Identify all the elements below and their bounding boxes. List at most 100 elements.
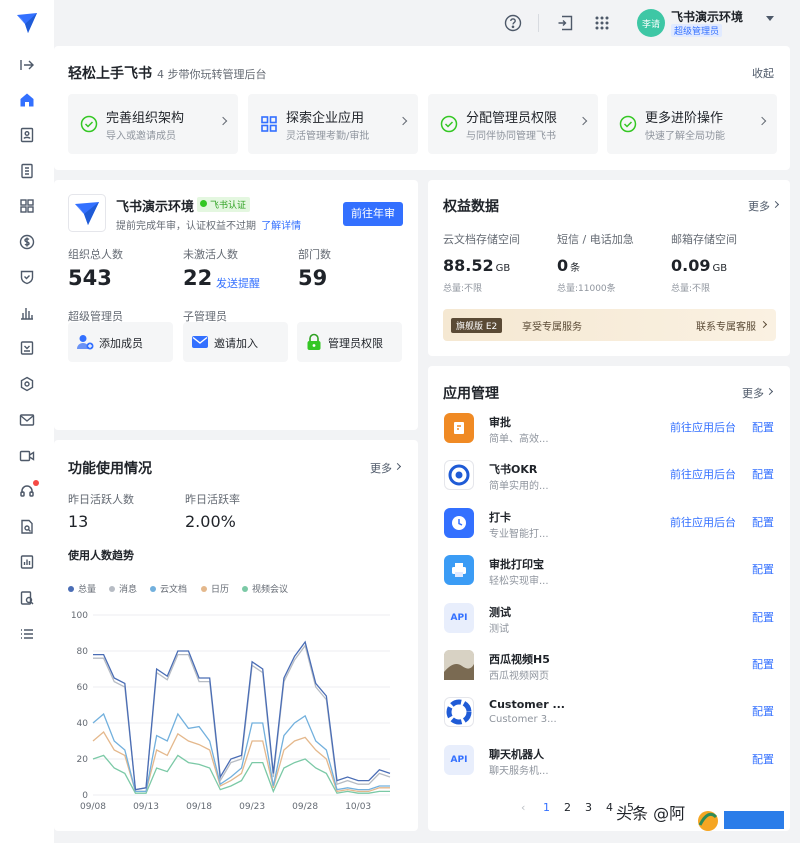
benefit-total: 总量:不限 xyxy=(443,284,483,294)
add-member-button[interactable]: 添加成员 xyxy=(68,322,173,362)
expand-sidebar-icon[interactable] xyxy=(17,55,37,75)
configure-app-link[interactable]: 配置 xyxy=(752,514,774,530)
configure-app-link[interactable]: 配置 xyxy=(752,609,774,625)
learn-more-link[interactable]: 了解详情 xyxy=(261,221,301,232)
app-row[interactable]: API 聊天机器人 聊天服务机... 配置 xyxy=(444,741,774,781)
x-tick-label: 09/18 xyxy=(186,802,212,812)
send-reminder-link[interactable]: 发送提醒 xyxy=(216,275,260,291)
add-member-label: 添加成员 xyxy=(99,337,143,350)
onboarding-card: 轻松上手飞书 4 步带你玩转管理后台 收起 完善组织架构 导入或邀请成员 探索企… xyxy=(54,46,790,170)
analytics-icon[interactable] xyxy=(17,303,37,323)
security-shield-icon[interactable] xyxy=(17,267,37,287)
legend-video[interactable]: 视频会议 xyxy=(242,582,288,595)
go-to-app-admin-link[interactable]: 前往应用后台 xyxy=(670,514,736,530)
step-enterprise-apps[interactable]: 探索企业应用 灵活管理考勤/审批 xyxy=(248,94,418,154)
app-name: Customer ... xyxy=(489,698,565,712)
app-row[interactable]: 审批 简单、高效... 前往应用后台 配置 xyxy=(444,409,774,449)
app-row[interactable]: 飞书OKR 简单实用的... 前往应用后台 配置 xyxy=(444,456,774,496)
go-to-app-admin-link[interactable]: 前往应用后台 xyxy=(670,419,736,435)
app-desc: 测试 xyxy=(489,623,509,635)
go-to-app-admin-link[interactable]: 前往应用后台 xyxy=(670,466,736,482)
organization-icon[interactable] xyxy=(17,161,37,181)
step-org-structure[interactable]: 完善组织架构 导入或邀请成员 xyxy=(68,94,238,154)
chevron-right-icon xyxy=(578,116,588,126)
configure-app-link[interactable]: 配置 xyxy=(752,419,774,435)
avatar[interactable]: 李请 xyxy=(637,9,665,37)
admin-permissions-button[interactable]: 管理员权限 xyxy=(297,322,402,362)
help-icon[interactable] xyxy=(502,12,524,34)
y-tick-label: 80 xyxy=(77,647,89,657)
app-row[interactable]: 打卡 专业智能打... 前往应用后台 配置 xyxy=(444,504,774,544)
configure-app-link[interactable]: 配置 xyxy=(752,561,774,577)
tenant-name[interactable]: 飞书演示环境 xyxy=(671,8,743,25)
workplace-grid-icon[interactable] xyxy=(17,196,37,216)
legend-label: 云文档 xyxy=(160,585,188,595)
collapse-button[interactable]: 收起 xyxy=(752,65,774,81)
account-dropdown-caret-icon[interactable] xyxy=(766,16,774,21)
contact-service-link[interactable]: 联系专属客服 xyxy=(696,318,756,333)
legend-docs[interactable]: 云文档 xyxy=(150,582,187,595)
billing-icon[interactable] xyxy=(17,232,37,252)
app-desc: 简单实用的... xyxy=(489,481,549,493)
usage-trend-chart: 100 80 60 40 20 0 09/08 09/13 09/18 09/23 09/28 10… xyxy=(71,611,391,812)
configure-app-link[interactable]: 配置 xyxy=(752,703,774,719)
usage-more-link[interactable]: 更多 xyxy=(370,460,392,476)
video-meeting-icon[interactable] xyxy=(17,446,37,466)
configure-app-link[interactable]: 配置 xyxy=(752,751,774,767)
legend-label: 消息 xyxy=(119,585,138,595)
feishu-logo-icon[interactable] xyxy=(14,10,40,36)
app-row[interactable]: API 测试 测试 配置 xyxy=(444,599,774,639)
stat-label: 部门数 xyxy=(298,248,331,261)
legend-calendar[interactable]: 日历 xyxy=(201,582,229,595)
report-icon[interactable] xyxy=(17,552,37,572)
doc-search-icon[interactable] xyxy=(17,517,37,537)
y-tick-label: 0 xyxy=(82,791,88,801)
yesterday-active-rate-value: 2.00% xyxy=(185,512,236,531)
configure-app-link[interactable]: 配置 xyxy=(752,656,774,672)
benefits-more-link[interactable]: 更多 xyxy=(748,198,770,214)
apps-grid-icon[interactable] xyxy=(591,12,613,34)
pagination-page[interactable]: 4 xyxy=(606,801,613,814)
app-row[interactable]: Customer ... Customer 3... 配置 xyxy=(444,693,774,733)
support-headset-icon[interactable] xyxy=(17,480,39,501)
app-desc: 西瓜视频网页 xyxy=(489,671,549,682)
printer-icon xyxy=(444,555,474,586)
legend-total[interactable]: 总量 xyxy=(68,582,96,595)
annual-review-button[interactable]: 前往年审 xyxy=(343,202,403,226)
pagination-page[interactable]: 3 xyxy=(585,801,592,814)
settings-icon[interactable] xyxy=(17,374,37,394)
audit-search-icon[interactable] xyxy=(17,588,37,608)
pagination-page[interactable]: 1 xyxy=(543,801,550,814)
step-admin-permissions[interactable]: 分配管理员权限 与同伴协同管理飞书 xyxy=(428,94,598,154)
step-desc: 快速了解全局功能 xyxy=(645,131,725,142)
invite-join-button[interactable]: 邀请加入 xyxy=(183,322,288,362)
step-advanced-operations[interactable]: 更多进阶操作 快速了解全局功能 xyxy=(607,94,777,154)
mail-icon[interactable] xyxy=(17,410,37,430)
organization-card: 飞书演示环境 飞书认证 提前完成年审，认证权益不过期 了解详情 前往年审 组织总… xyxy=(54,180,418,430)
org-logo-icon xyxy=(68,194,106,232)
flagship-service-banner[interactable]: 旗舰版 E2 享受专属服务 联系专属客服 xyxy=(443,309,776,341)
approval-doc-icon[interactable] xyxy=(17,338,37,358)
switch-to-client-icon[interactable] xyxy=(554,12,576,34)
app-row[interactable]: 审批打印宝 轻松实现审... 配置 xyxy=(444,551,774,591)
home-icon[interactable] xyxy=(17,90,37,110)
contacts-icon[interactable] xyxy=(17,125,37,145)
apps-more-link[interactable]: 更多 xyxy=(742,385,764,401)
pagination-prev-icon[interactable]: ‹ xyxy=(521,801,525,814)
chevron-right-icon xyxy=(757,116,767,126)
configure-app-link[interactable]: 配置 xyxy=(752,466,774,482)
certified-check-icon xyxy=(200,200,207,207)
sidebar xyxy=(0,0,54,843)
legend-label: 视频会议 xyxy=(252,585,289,595)
app-desc: Customer 3... xyxy=(489,714,557,726)
benefit-unit: GB xyxy=(712,263,728,274)
legend-message[interactable]: 消息 xyxy=(109,582,137,595)
chevron-right-icon xyxy=(771,200,780,209)
step-title: 完善组织架构 xyxy=(106,111,185,126)
step-desc: 与同伴协同管理飞书 xyxy=(466,131,556,142)
pagination-page[interactable]: 2 xyxy=(564,801,571,814)
legend-label: 总量 xyxy=(78,585,97,595)
app-row[interactable]: 西瓜视频H5 西瓜视频网页 配置 xyxy=(444,646,774,686)
chart-x-ticks: 09/08 09/13 09/18 09/23 09/28 10/03 xyxy=(80,802,371,812)
menu-list-icon[interactable] xyxy=(17,624,37,644)
